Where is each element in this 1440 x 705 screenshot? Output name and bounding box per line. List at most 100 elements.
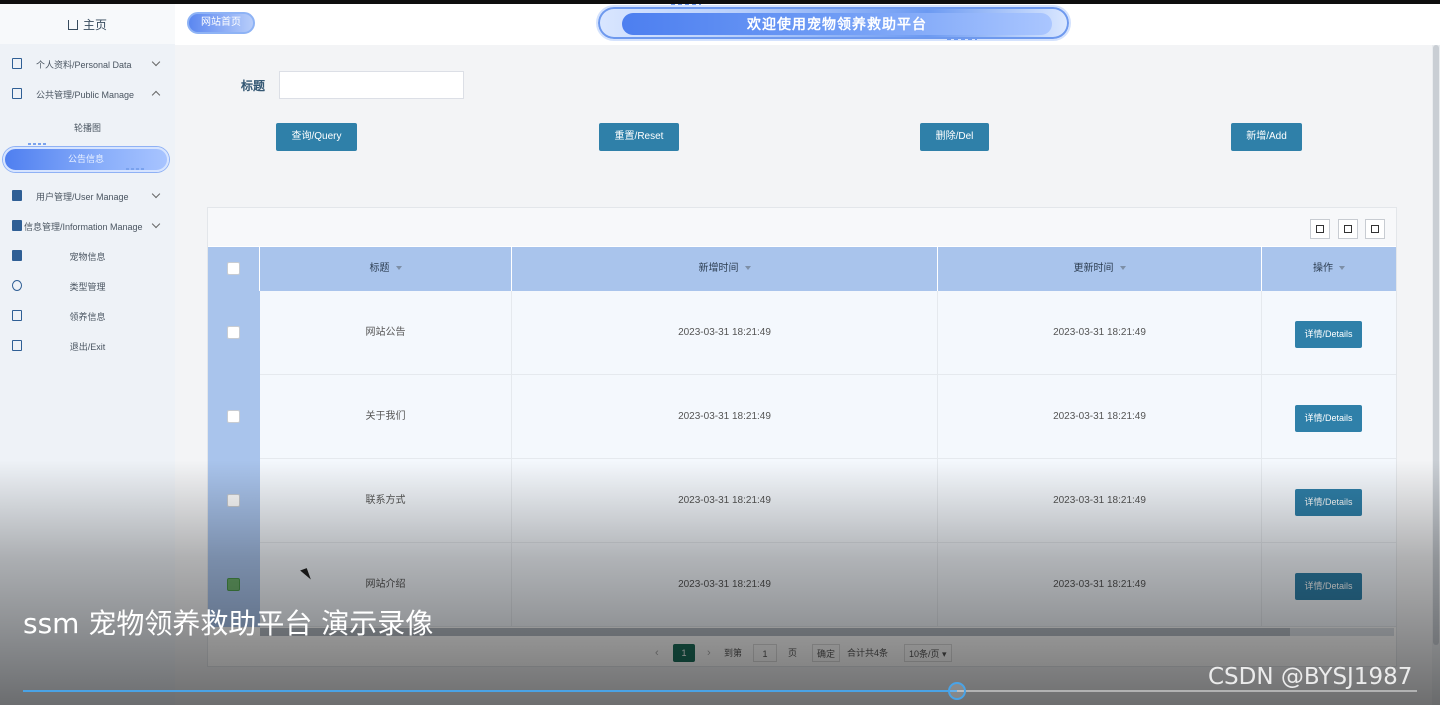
reset-button[interactable]: 重置/Reset [599,123,679,151]
csdn-watermark: CSDN @BYSJ1987 [1208,664,1413,690]
decor-dots [947,37,977,40]
query-button[interactable]: 查询/Query [276,123,357,151]
details-button[interactable]: 详情/Details [1295,405,1362,432]
row-checkbox[interactable] [227,326,240,339]
columns-icon [1316,225,1324,233]
sidebar-item-information-manage[interactable]: 信息管理/Information Manage [0,214,175,238]
table-panel: 标题 新增时间 更新时间 操作 网站公告 2023-03-31 18:21:49… [207,207,1397,667]
add-button[interactable]: 新增/Add [1231,123,1302,151]
cell-updated: 2023-03-31 18:21:49 [938,291,1262,375]
table-row: 联系方式 2023-03-31 18:21:49 2023-03-31 18:2… [208,459,1396,543]
document-icon [12,58,22,69]
search-title-input[interactable] [279,71,464,99]
video-progress-knob[interactable] [947,682,966,700]
sidebar-item-label: 领养信息 [69,312,106,322]
sidebar-item-label: 个人资料/Personal Data [36,60,132,70]
video-progress-bar[interactable] [23,682,1417,700]
next-page-icon[interactable]: › [707,644,711,662]
row-checkbox[interactable] [227,494,240,507]
cell-created: 2023-03-31 18:21:49 [512,291,938,375]
table-toolbar [208,208,1396,246]
cell-created: 2023-03-31 18:21:49 [512,459,938,543]
welcome-banner: 欢迎使用宠物领养救助平台 [596,5,1071,41]
sidebar-item-public-manage[interactable]: 公共管理/Public Manage [0,82,175,106]
sidebar: 主页 个人资料/Personal Data 公共管理/Public Manage… [0,4,175,705]
sidebar-item-type-manage[interactable]: 类型管理 [0,274,175,298]
sidebar-item-label: 信息管理/Information Manage [24,222,143,232]
row-checkbox[interactable] [227,578,240,591]
details-button[interactable]: 详情/Details [1295,321,1362,348]
row-checkbox[interactable] [227,410,240,423]
column-header-label: 标题 [369,263,390,274]
row-select-cell [208,375,260,459]
cell-updated: 2023-03-31 18:21:49 [938,543,1262,627]
chevron-up-icon [151,90,161,100]
select-all-checkbox[interactable] [227,262,240,275]
table-header: 标题 新增时间 更新时间 操作 [208,247,1396,291]
chevron-down-icon [151,57,161,67]
cell-created: 2023-03-31 18:21:49 [512,543,938,627]
video-progress-fill [23,690,957,692]
site-home-button[interactable]: 网站首页 [187,12,255,34]
home-icon [67,20,78,30]
chevron-down-icon [151,189,161,199]
column-header-created[interactable]: 新增时间 [512,247,938,291]
sidebar-item-pet-info[interactable]: 宠物信息 [0,244,175,268]
sidebar-item-label: 退出/Exit [69,342,106,352]
column-header-label: 操作 [1313,263,1333,274]
page-size-select[interactable]: 10条/页 ▾ [904,644,952,662]
delete-button[interactable]: 删除/Del [920,123,989,151]
current-page-button[interactable]: 1 [673,644,695,662]
details-button[interactable]: 详情/Details [1295,489,1362,516]
sort-icon [744,266,751,271]
bar-chart-icon [12,220,22,231]
goto-page-input[interactable]: 1 [753,644,777,662]
table-row: 网站公告 2023-03-31 18:21:49 2023-03-31 18:2… [208,291,1396,375]
sidebar-item-exit[interactable]: 退出/Exit [0,334,175,358]
scrollbar-thumb[interactable] [1433,45,1439,645]
cell-title: 网站公告 [260,291,512,375]
page-unit-label: 页 [788,648,798,658]
search-title-label: 标题 [241,79,266,93]
cell-title: 关于我们 [260,375,512,459]
sidebar-item-label: 宠物信息 [69,252,106,262]
goto-label: 到第 [724,648,743,658]
print-icon [1371,225,1379,233]
sidebar-home[interactable]: 主页 [0,4,175,44]
sort-icon [1339,266,1345,271]
banner-title: 欢迎使用宠物领养救助平台 [622,13,1052,35]
cell-updated: 2023-03-31 18:21:49 [938,459,1262,543]
goto-confirm-button[interactable]: 确定 [812,644,841,662]
sidebar-item-label: 用户管理/User Manage [36,192,129,202]
row-select-cell [208,291,260,375]
sort-icon [1119,266,1126,271]
column-header-actions[interactable]: 操作 [1262,247,1396,291]
decor-dots [28,143,48,145]
select-all-cell [208,247,260,291]
column-header-label: 更新时间 [1073,263,1114,274]
page-vertical-scrollbar[interactable] [1432,45,1440,705]
cell-created: 2023-03-31 18:21:49 [512,375,938,459]
cell-title: 联系方式 [260,459,512,543]
sidebar-item-user-manage[interactable]: 用户管理/User Manage [0,184,175,208]
row-select-cell [208,459,260,543]
column-header-label: 新增时间 [698,263,739,274]
prev-page-icon[interactable]: ‹ [655,644,659,662]
sidebar-item-adoption-info[interactable]: 领养信息 [0,304,175,328]
column-header-title[interactable]: 标题 [260,247,512,291]
table-row: 关于我们 2023-03-31 18:21:49 2023-03-31 18:2… [208,375,1396,459]
export-button[interactable] [1338,219,1358,239]
page-size-value: 10条/页 [909,649,940,659]
columns-toggle-button[interactable] [1310,219,1330,239]
sidebar-subitem-carousel[interactable]: 轮播图 [0,118,175,138]
details-button[interactable]: 详情/Details [1295,573,1362,600]
sidebar-item-label: 公共管理/Public Manage [36,90,135,100]
clipboard-icon [12,88,22,99]
sidebar-item-personal-data[interactable]: 个人资料/Personal Data [0,52,175,76]
sidebar-home-label: 主页 [82,17,107,32]
print-button[interactable] [1365,219,1385,239]
decor-dots [126,168,146,170]
column-header-updated[interactable]: 更新时间 [938,247,1262,291]
header: 网站首页 欢迎使用宠物领养救助平台 [175,4,1440,45]
sort-icon [395,266,402,271]
